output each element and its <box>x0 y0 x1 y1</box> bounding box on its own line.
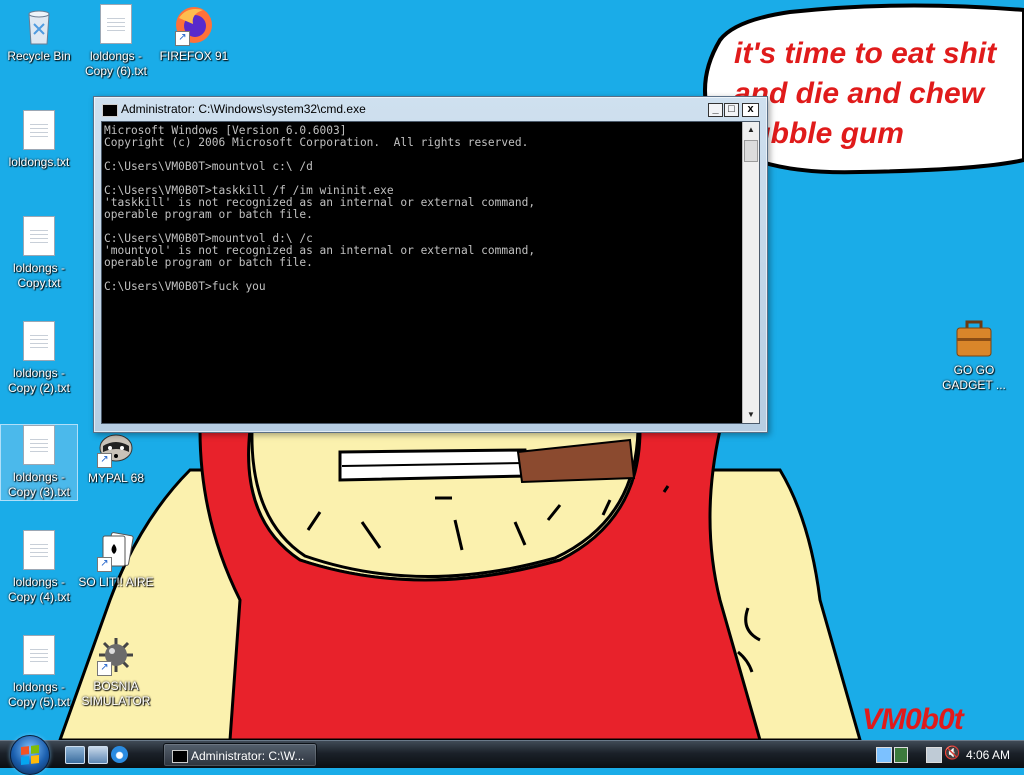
network-icon[interactable] <box>876 747 892 763</box>
cmd-window-title: Administrator: C:\Windows\system32\cmd.e… <box>121 102 366 116</box>
text-file-icon <box>18 425 60 467</box>
text-file-icon <box>18 635 60 677</box>
close-button[interactable]: x <box>742 103 759 117</box>
desktop-icon-firefox[interactable]: ↗ FIREFOX 91 <box>155 4 233 64</box>
cmd-app-icon <box>102 104 118 117</box>
switch-windows-icon[interactable] <box>88 746 108 764</box>
taskbar: Administrator: C:\W... 🔇 4:06 AM <box>0 735 1024 775</box>
recycle-bin-icon <box>18 4 60 46</box>
shortcut-arrow-icon: ↗ <box>97 661 112 676</box>
text-file-icon <box>95 4 137 46</box>
solitaire-cards-icon: ↗ <box>95 530 137 572</box>
desktop-icon-go-go-gadget[interactable]: GO GO GADGET ... <box>935 318 1013 393</box>
briefcase-icon <box>953 318 995 360</box>
network-warning-icon[interactable] <box>894 747 908 763</box>
desktop-icon-solitaire[interactable]: ↗ SO LIT!! AIRE <box>77 530 155 590</box>
network-activity-icon[interactable] <box>926 747 942 763</box>
cmd-console-area[interactable]: Microsoft Windows [Version 6.0.6003] Cop… <box>101 121 760 424</box>
vertical-scrollbar[interactable]: ▲ ▼ <box>742 122 759 423</box>
text-file-icon <box>18 321 60 363</box>
internet-explorer-icon[interactable] <box>111 746 128 763</box>
cmd-app-icon <box>172 750 188 763</box>
desktop-icon-loldongs-copy-4[interactable]: loldongs - Copy (4).txt <box>0 530 78 605</box>
windows-logo-icon <box>21 745 39 765</box>
taskbar-button-cmd[interactable]: Administrator: C:\W... <box>163 743 317 767</box>
shortcut-arrow-icon: ↗ <box>97 453 112 468</box>
taskbar-clock[interactable]: 4:06 AM <box>966 748 1010 762</box>
minesweeper-mine-icon: ↗ <box>95 634 137 676</box>
text-file-icon <box>18 216 60 258</box>
desktop-icon-loldongs-copy-2[interactable]: loldongs - Copy (2).txt <box>0 321 78 396</box>
speech-bubble-text: it's time to eat shit and die and chew bub… <box>734 37 997 150</box>
desktop-icon-bosnia-simulator[interactable]: ↗ BOSNIA SIMULATOR <box>77 634 155 709</box>
shortcut-arrow-icon: ↗ <box>175 31 190 46</box>
cmd-window[interactable]: Administrator: C:\Windows\system32\cmd.e… <box>93 96 768 433</box>
desktop-icon-recycle-bin[interactable]: Recycle Bin <box>0 4 78 64</box>
volume-muted-icon[interactable]: 🔇 <box>944 745 960 761</box>
console-output[interactable]: Microsoft Windows [Version 6.0.6003] Cop… <box>104 125 535 293</box>
start-button[interactable] <box>10 735 50 775</box>
text-file-icon <box>18 530 60 572</box>
firefox-icon: ↗ <box>173 4 215 46</box>
scroll-up-arrow-icon[interactable]: ▲ <box>743 122 759 138</box>
maximize-button[interactable]: □ <box>724 103 739 117</box>
desktop-icon-loldongs-copy-6[interactable]: loldongs - Copy (6).txt <box>77 4 155 79</box>
desktop-icon-loldongs[interactable]: loldongs.txt <box>0 110 78 170</box>
desktop-icon-loldongs-copy-5[interactable]: loldongs - Copy (5).txt <box>0 635 78 710</box>
taskbar-button-label: Administrator: C:\W... <box>191 749 305 763</box>
desktop-icon-loldongs-copy[interactable]: loldongs - Copy.txt <box>0 216 78 291</box>
desktop-icon-loldongs-copy-3[interactable]: loldongs - Copy (3).txt <box>0 424 78 501</box>
shortcut-arrow-icon: ↗ <box>97 557 112 572</box>
minimize-button[interactable]: _ <box>708 103 723 117</box>
text-file-icon <box>18 110 60 152</box>
desktop-icon-mypal[interactable]: ↗ MYPAL 68 <box>77 426 155 486</box>
system-tray: 🔇 4:06 AM <box>864 741 1024 769</box>
show-desktop-icon[interactable] <box>65 746 85 764</box>
cmd-titlebar[interactable]: Administrator: C:\Windows\system32\cmd.e… <box>94 97 767 121</box>
scroll-down-arrow-icon[interactable]: ▼ <box>743 407 759 423</box>
wallpaper-signature: VM0b0t <box>862 703 964 736</box>
scroll-thumb[interactable] <box>744 140 758 162</box>
